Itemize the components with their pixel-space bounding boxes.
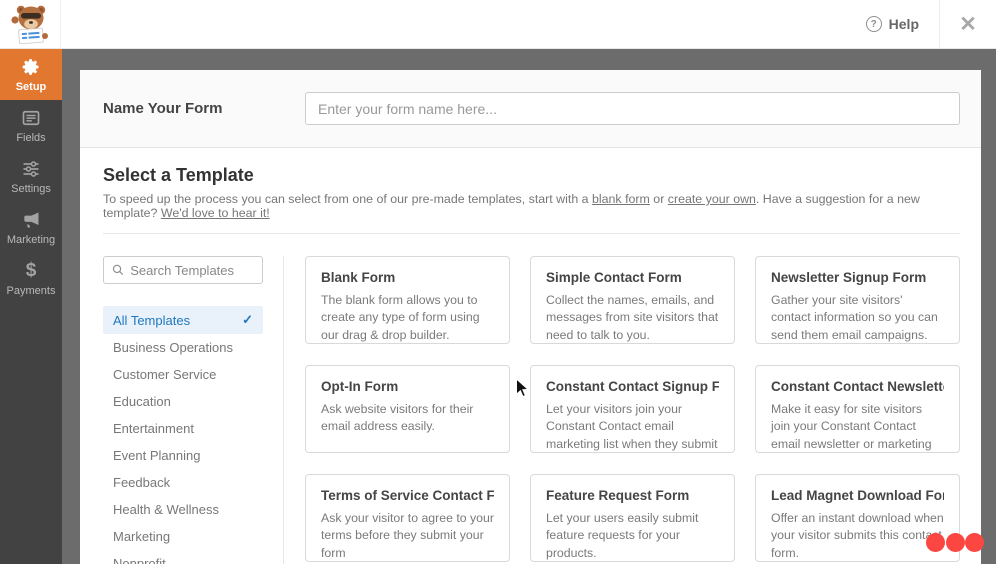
sidebar-item-label: Setup	[15, 80, 47, 93]
category-label: All Templates	[113, 312, 191, 328]
description-text: or	[649, 192, 668, 206]
template-card-feature-request-form[interactable]: Feature Request Form Let your users easi…	[530, 474, 735, 562]
category-entertainment[interactable]: Entertainment	[103, 415, 263, 442]
category-label: Entertainment	[113, 421, 194, 436]
template-description: Let your visitors join your Constant Con…	[546, 402, 718, 451]
section-divider	[103, 233, 960, 234]
category-label: Business Operations	[113, 340, 233, 355]
megaphone-icon	[24, 212, 39, 228]
sidebar-item-label: Marketing	[6, 233, 56, 246]
template-title: Constant Contact Newsletter S...	[771, 379, 944, 394]
sidebar-item-settings[interactable]: Settings	[0, 151, 62, 202]
template-description: Collect the names, emails, and messages …	[546, 293, 719, 342]
help-label: Help	[888, 16, 919, 32]
template-grid: Blank Form The blank form allows you to …	[305, 256, 960, 564]
template-card-simple-contact-form[interactable]: Simple Contact Form Collect the names, e…	[530, 256, 735, 344]
template-card-blank-form[interactable]: Blank Form The blank form allows you to …	[305, 256, 510, 344]
category-label: Event Planning	[113, 448, 201, 463]
category-label: Health & Wellness	[113, 502, 219, 517]
fields-icon	[22, 110, 40, 125]
help-question-icon: ?	[865, 16, 882, 32]
sidebar-item-marketing[interactable]: Marketing	[0, 202, 62, 253]
form-name-row: Name Your Form	[80, 70, 981, 148]
form-name-label: Name Your Form	[103, 100, 223, 117]
category-education[interactable]: Education	[103, 388, 263, 415]
template-title: Opt-In Form	[321, 379, 399, 394]
template-description: Offer an instant download when your visi…	[771, 511, 944, 560]
main-area: Setup Fields Settings Marketing $ Paymen…	[0, 49, 996, 564]
help-button[interactable]: ? Help	[846, 0, 939, 48]
template-description: Let your users easily submit feature req…	[546, 511, 699, 560]
wpforms-logo	[0, 0, 61, 48]
template-description: Gather your site visitors' contact infor…	[771, 293, 938, 342]
category-feedback[interactable]: Feedback	[103, 469, 263, 496]
dollar-icon: $	[25, 259, 37, 281]
gear-icon	[22, 58, 39, 75]
category-label: Feedback	[113, 475, 171, 490]
category-business-operations[interactable]: Business Operations	[103, 334, 263, 361]
create-your-own-link[interactable]: create your own	[668, 192, 756, 206]
template-categories-column: All Templates ✓ Business Operations Cust…	[103, 256, 284, 564]
category-event-planning[interactable]: Event Planning	[103, 442, 263, 469]
template-title: Blank Form	[321, 270, 396, 285]
workspace-background: Name Your Form Select a Template To spee…	[62, 49, 996, 564]
template-title: Lead Magnet Download Form	[771, 488, 944, 503]
sidebar-item-label: Settings	[11, 182, 51, 195]
sidebar-item-label: Payments	[6, 284, 56, 297]
template-description: Ask your visitor to agree to your terms …	[321, 511, 494, 560]
template-description: Ask website visitors for their email add…	[321, 402, 474, 434]
blank-form-link[interactable]: blank form	[592, 192, 650, 206]
builder-sidebar: Setup Fields Settings Marketing $ Paymen…	[0, 49, 62, 564]
template-title: Terms of Service Contact Form	[321, 488, 494, 503]
check-icon: ✓	[242, 312, 253, 327]
select-template-heading: Select a Template	[103, 165, 254, 185]
category-label: Education	[113, 394, 171, 409]
template-title: Feature Request Form	[546, 488, 690, 503]
top-bar: ? Help ✕	[0, 0, 996, 49]
category-nonprofit[interactable]: Nonprofit	[103, 550, 263, 564]
search-templates-box	[103, 256, 263, 284]
template-card-terms-of-service-contact[interactable]: Terms of Service Contact Form Ask your v…	[305, 474, 510, 562]
template-card-newsletter-signup-form[interactable]: Newsletter Signup Form Gather your site …	[755, 256, 960, 344]
form-name-input[interactable]	[305, 92, 960, 125]
template-card-constant-contact-newsletter[interactable]: Constant Contact Newsletter S... Make it…	[755, 365, 960, 453]
template-section: Select a Template To speed up the proces…	[80, 165, 981, 564]
category-marketing[interactable]: Marketing	[103, 523, 263, 550]
template-title: Simple Contact Form	[546, 270, 682, 285]
description-text: To speed up the process you can select f…	[103, 192, 592, 206]
close-builder-button[interactable]: ✕	[940, 0, 996, 48]
setup-panel: Name Your Form Select a Template To spee…	[80, 70, 981, 564]
recording-dot	[946, 533, 965, 552]
template-title: Newsletter Signup Form	[771, 270, 927, 285]
category-all-templates[interactable]: All Templates ✓	[103, 306, 263, 334]
recording-dot	[926, 533, 945, 552]
sidebar-item-setup[interactable]: Setup	[0, 49, 62, 100]
template-card-opt-in-form[interactable]: Opt-In Form Ask website visitors for the…	[305, 365, 510, 453]
recording-dot	[965, 533, 984, 552]
category-health-wellness[interactable]: Health & Wellness	[103, 496, 263, 523]
category-label: Nonprofit	[113, 556, 166, 564]
sidebar-item-label: Fields	[16, 131, 46, 144]
template-description: Make it easy for site visitors join your…	[771, 402, 932, 451]
template-content: All Templates ✓ Business Operations Cust…	[103, 256, 960, 564]
category-customer-service[interactable]: Customer Service	[103, 361, 263, 388]
close-icon: ✕	[959, 12, 977, 36]
template-title: Constant Contact Signup Form	[546, 379, 719, 394]
category-label: Customer Service	[113, 367, 217, 382]
template-description: The blank form allows you to create any …	[321, 293, 480, 342]
sidebar-item-payments[interactable]: $ Payments	[0, 253, 62, 304]
search-icon	[112, 264, 124, 276]
template-section-description: To speed up the process you can select f…	[103, 192, 960, 220]
suggest-template-link[interactable]: We'd love to hear it!	[161, 206, 270, 220]
template-card-constant-contact-signup[interactable]: Constant Contact Signup Form Let your vi…	[530, 365, 735, 453]
category-list: All Templates ✓ Business Operations Cust…	[103, 306, 283, 564]
category-label: Marketing	[113, 529, 171, 544]
sidebar-item-fields[interactable]: Fields	[0, 100, 62, 151]
wpforms-bear-logo-icon	[11, 5, 48, 45]
sliders-icon	[23, 160, 39, 177]
search-templates-input[interactable]	[130, 262, 254, 278]
